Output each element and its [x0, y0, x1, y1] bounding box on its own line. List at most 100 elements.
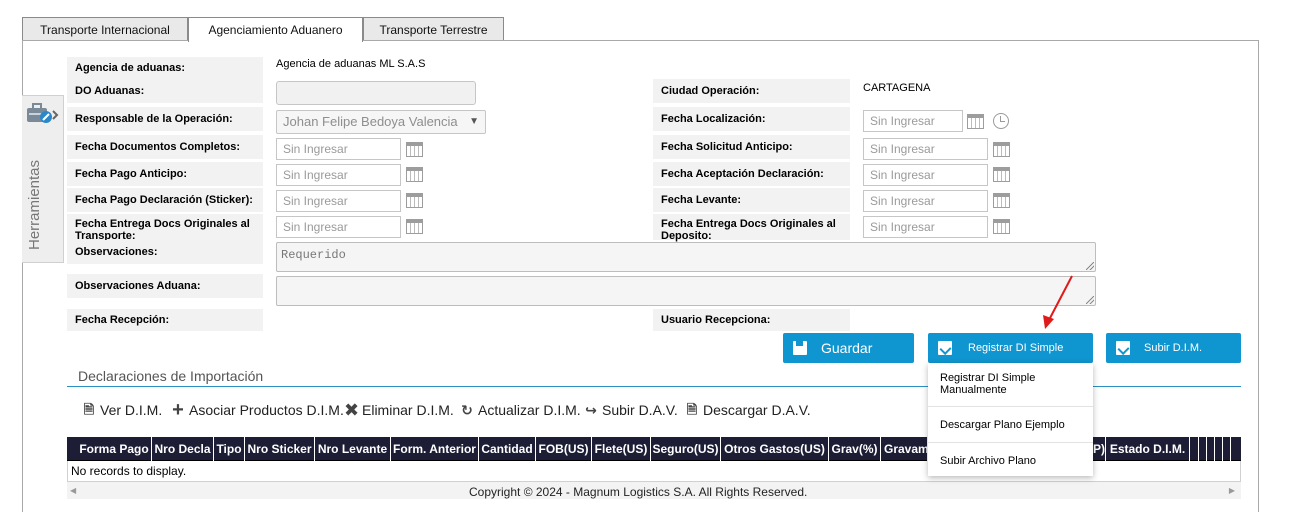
refresh-icon: ↻	[461, 402, 473, 418]
calendar-icon[interactable]	[993, 193, 1010, 208]
grid-column-header[interactable]: Nro Levante	[315, 437, 391, 461]
subir-dim-label: Subir D.I.M.	[1144, 342, 1203, 354]
grid-column-header[interactable]: Nro Sticker	[245, 437, 315, 461]
ciudad-operacion-value: CARTAGENA	[863, 82, 931, 94]
descargar-dav-button[interactable]: 🗎 Descargar D.A.V.	[685, 402, 811, 418]
tools-sidebar-label: Herramientas	[26, 159, 43, 250]
grid-column-header[interactable]: Otros Gastos(US)	[721, 437, 829, 461]
do-aduanas-label: DO Aduanas:	[67, 79, 263, 103]
calendar-icon[interactable]	[406, 193, 423, 208]
eliminar-dim-button[interactable]: ✖ Eliminar D.I.M.	[344, 400, 454, 420]
fecha-solicitud-anticipo-input[interactable]: Sin Ingresar	[863, 138, 988, 160]
fecha-pago-anticipo-input[interactable]: Sin Ingresar	[276, 164, 401, 186]
tools-sidebar[interactable]: Herramientas	[22, 95, 64, 263]
asociar-label: Asociar Productos D.I.M.	[189, 402, 344, 418]
resize-handle-icon[interactable]	[1086, 296, 1094, 304]
calendar-icon[interactable]	[967, 114, 984, 129]
tab-agenciamiento-aduanero[interactable]: Agenciamiento Aduanero	[188, 17, 363, 42]
agencia-value: Agencia de aduanas ML S.A.S	[276, 58, 426, 70]
grid-column-header[interactable]: Cantidad	[479, 437, 536, 461]
grid-column-spacer	[1207, 437, 1215, 461]
observaciones-textarea[interactable]: Requerido	[276, 242, 1096, 272]
toolbox-icon	[27, 103, 59, 123]
fecha-pago-anticipo-label: Fecha Pago Anticipo:	[67, 162, 263, 186]
calendar-icon[interactable]	[406, 219, 423, 234]
fecha-localizacion-input[interactable]: Sin Ingresar	[863, 110, 963, 132]
dropdown-item-subir-archivo[interactable]: Subir Archivo Plano	[940, 455, 1087, 467]
ver-dim-label: Ver D.I.M.	[100, 402, 163, 418]
grid-column-header[interactable]: Gravam	[881, 437, 928, 461]
registrar-di-simple-button[interactable]: Registrar DI Simple	[928, 333, 1093, 363]
document-icon	[1116, 341, 1130, 355]
grid-column-spacer	[1190, 437, 1199, 461]
fecha-docs-completos-input[interactable]: Sin Ingresar	[276, 138, 401, 160]
fecha-aceptacion-input[interactable]: Sin Ingresar	[863, 164, 988, 186]
fecha-pago-declaracion-label: Fecha Pago Declaración (Sticker):	[67, 188, 263, 212]
subir-dav-button[interactable]: ↪ Subir D.A.V.	[584, 402, 678, 418]
pdf-icon: 🗎	[83, 402, 95, 417]
fecha-entrega-transporte-input[interactable]: Sin Ingresar	[276, 216, 401, 238]
fecha-entrega-deposito-input[interactable]: Sin Ingresar	[863, 216, 988, 238]
actualizar-dim-button[interactable]: ↻ Actualizar D.I.M.	[460, 402, 581, 418]
subir-dim-button[interactable]: Subir D.I.M.	[1106, 333, 1241, 363]
calendar-icon[interactable]	[993, 167, 1010, 182]
fecha-docs-completos-label: Fecha Documentos Completos:	[67, 135, 263, 159]
dropdown-divider	[928, 406, 1093, 407]
chevron-down-icon: ▼	[469, 116, 479, 127]
calendar-icon[interactable]	[406, 167, 423, 182]
usuario-recepciona-label: Usuario Recepciona:	[653, 309, 850, 331]
responsable-value: Johan Felipe Bedoya Valencia	[283, 114, 458, 129]
asociar-productos-button[interactable]: + Asociar Productos D.I.M.	[171, 399, 344, 421]
annotation-arrow-icon	[1043, 275, 1073, 329]
fecha-levante-input[interactable]: Sin Ingresar	[863, 190, 988, 212]
grid-column-spacer	[1199, 437, 1207, 461]
grid-column-spacer	[1223, 437, 1231, 461]
fecha-entrega-deposito-label: Fecha Entrega Docs Originales al Deposit…	[653, 214, 850, 242]
responsable-label: Responsable de la Operación:	[67, 107, 263, 131]
tab-transporte-terrestre[interactable]: Transporte Terrestre	[363, 17, 504, 41]
section-title: Declaraciones de Importación	[78, 368, 264, 384]
fecha-pago-declaracion-input[interactable]: Sin Ingresar	[276, 190, 401, 212]
grid-column-header[interactable]: Estado D.I.M.	[1106, 437, 1190, 461]
close-icon: ✖	[344, 400, 360, 420]
ver-dim-button[interactable]: 🗎 Ver D.I.M.	[82, 402, 162, 418]
ciudad-operacion-label: Ciudad Operación:	[653, 79, 850, 103]
grid-column-header[interactable]: Nro Decla	[152, 437, 214, 461]
grid-column-header[interactable]: P)	[1092, 437, 1106, 461]
grid-scrollbar[interactable]: ◀ ▶ Copyright © 2024 - Magnum Logistics …	[67, 482, 1241, 499]
grid-column-header[interactable]: Seguro(US)	[651, 437, 721, 461]
login-icon: ↪	[585, 402, 597, 418]
dropdown-item-descargar-plano[interactable]: Descargar Plano Ejemplo	[940, 419, 1087, 431]
agencia-label: Agencia de aduanas:	[67, 57, 263, 79]
calendar-icon[interactable]	[993, 142, 1010, 157]
document-icon	[938, 341, 952, 355]
scroll-left-icon[interactable]: ◀	[70, 486, 76, 495]
grid-column-header[interactable]: Tipo	[214, 437, 245, 461]
guardar-button[interactable]: Guardar	[783, 333, 914, 363]
guardar-button-label: Guardar	[821, 340, 873, 356]
actualizar-label: Actualizar D.I.M.	[478, 402, 581, 418]
copyright-text: Copyright © 2024 - Magnum Logistics S.A.…	[469, 485, 808, 499]
calendar-icon[interactable]	[406, 142, 423, 157]
grid-column-header[interactable]: FOB(US)	[536, 437, 592, 461]
resize-handle-icon[interactable]	[1086, 262, 1094, 270]
grid-column-header[interactable]: Form. Anterior	[391, 437, 479, 461]
plus-icon: +	[172, 399, 184, 421]
grid-column-header[interactable]: Forma Pago	[77, 437, 152, 461]
tab-transporte-internacional[interactable]: Transporte Internacional	[22, 17, 188, 41]
registrar-di-dropdown: Registrar DI Simple Manualmente Descarga…	[928, 363, 1093, 476]
grid-column-header[interactable]: Grav(%)	[829, 437, 881, 461]
clock-icon[interactable]	[993, 113, 1009, 129]
calendar-icon[interactable]	[993, 219, 1010, 234]
observaciones-aduana-textarea[interactable]	[276, 276, 1096, 306]
fecha-aceptacion-label: Fecha Aceptación Declaración:	[653, 162, 850, 186]
dropdown-item-registrar-manual[interactable]: Registrar DI Simple Manualmente	[940, 372, 1087, 396]
registrar-di-simple-label: Registrar DI Simple	[968, 342, 1064, 354]
responsable-select[interactable]: Johan Felipe Bedoya Valencia ▼	[276, 110, 486, 134]
subir-dav-label: Subir D.A.V.	[602, 402, 678, 418]
save-icon	[793, 341, 807, 355]
grid-column-header[interactable]: Flete(US)	[592, 437, 651, 461]
scroll-right-icon[interactable]: ▶	[1229, 486, 1235, 495]
dropdown-divider	[928, 442, 1093, 443]
do-aduanas-input[interactable]	[276, 81, 476, 105]
